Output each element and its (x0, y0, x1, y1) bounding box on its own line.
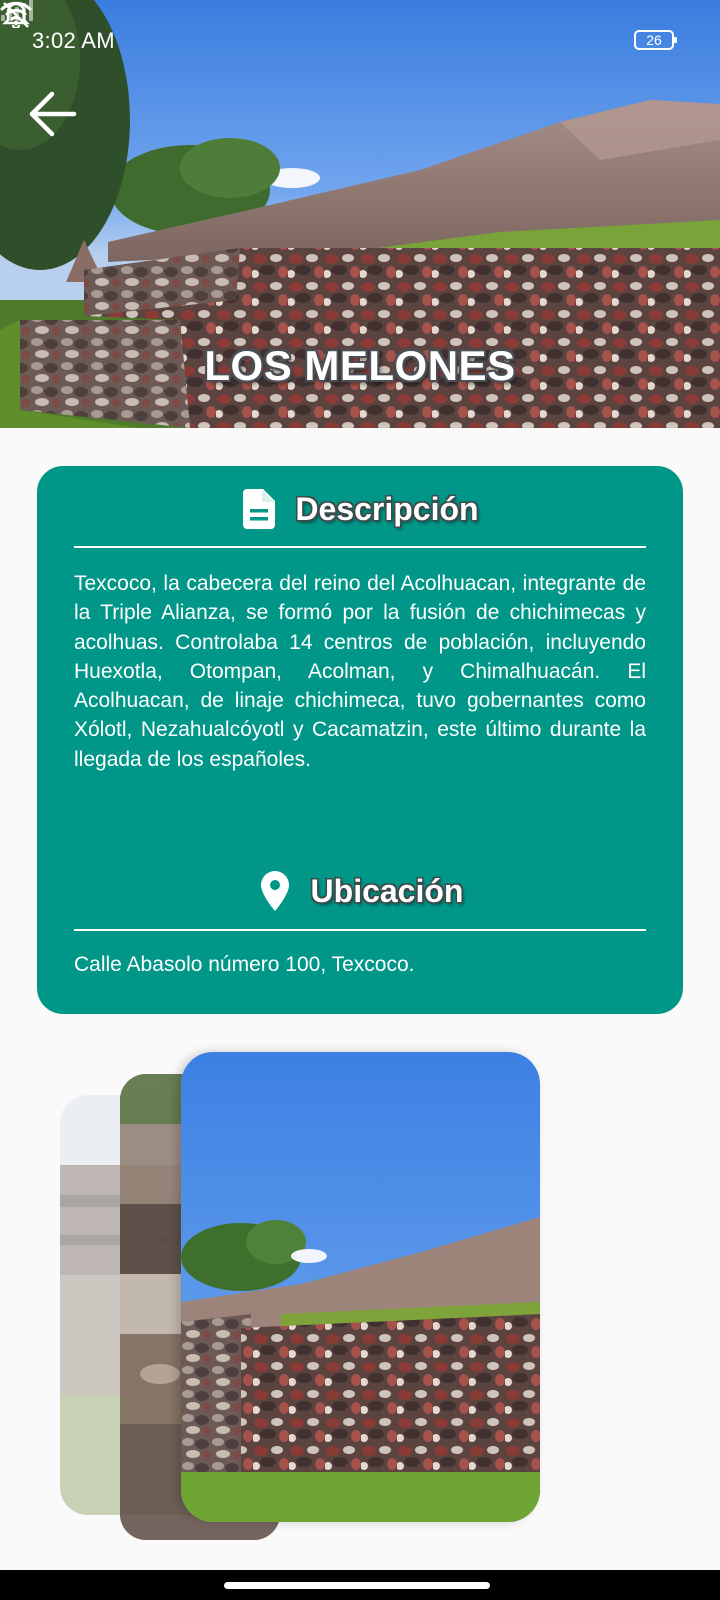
hero-image: 3:02 AM 26 LOS MELONES (0, 0, 720, 428)
system-navigation-bar (0, 1570, 720, 1600)
description-divider (74, 546, 646, 548)
status-time: 3:02 AM (32, 28, 115, 53)
location-heading: Ubicación (310, 872, 464, 909)
wifi-icon (0, 1, 32, 26)
home-indicator[interactable] (224, 1582, 490, 1589)
page-title: LOS MELONES (204, 342, 516, 389)
battery-icon: 26 (634, 29, 678, 51)
battery-level: 26 (646, 32, 662, 48)
location-pin-icon (257, 869, 293, 913)
location-text: Calle Abasolo número 100, Texcoco. (74, 953, 415, 976)
status-bar: 3:02 AM 26 (0, 0, 720, 82)
back-button[interactable] (22, 84, 82, 144)
photo-carousel[interactable] (0, 1040, 720, 1540)
description-text: Texcoco, la cabecera del reino del Acolh… (74, 572, 646, 771)
ruins-photo-3 (181, 1052, 540, 1522)
location-divider (74, 929, 646, 931)
info-card: Descripción Texcoco, la cabecera del rei… (37, 466, 683, 1014)
document-icon (241, 487, 277, 531)
description-heading: Descripción (295, 490, 479, 527)
arrow-left-icon (29, 91, 77, 137)
carousel-image[interactable] (181, 1052, 540, 1522)
location-header: Ubicación (37, 866, 683, 916)
description-header: Descripción (37, 484, 683, 534)
